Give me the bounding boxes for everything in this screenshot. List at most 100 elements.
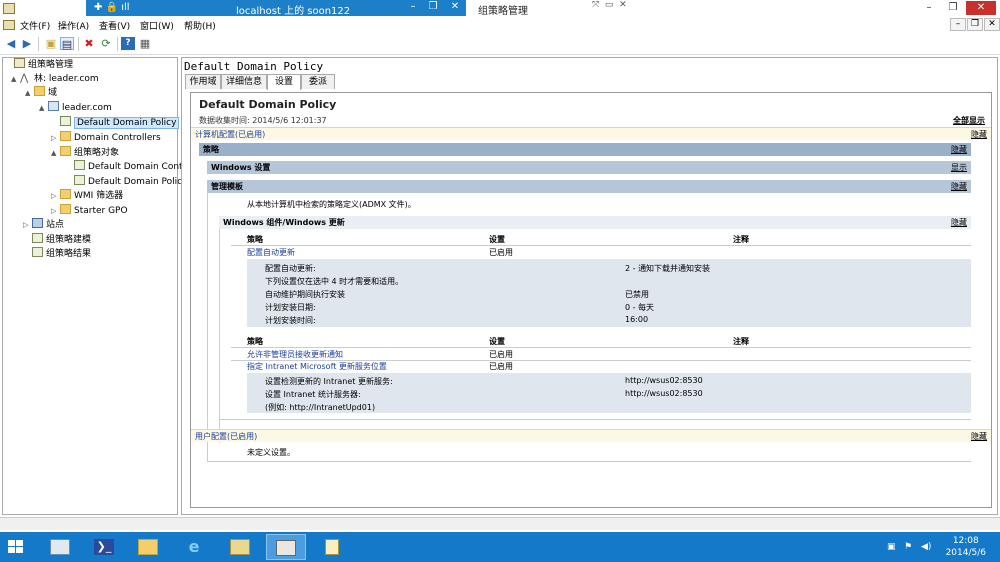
folder-icon <box>34 86 45 96</box>
col-setting-header: 设置 <box>489 337 505 346</box>
tab-delegation[interactable]: 委派 <box>301 74 335 89</box>
tree-node-sites[interactable]: ▷ 站点 <box>23 218 64 232</box>
forward-arrow-icon[interactable]: ▶ <box>20 37 34 50</box>
volume-tray-icon[interactable]: ◀) <box>921 542 932 552</box>
computer-config-header[interactable]: 计算机配置(已启用) 隐藏 <box>191 127 991 140</box>
menu-bar: 文件(F) 操作(A) 查看(V) 窗口(W) 帮助(H) – ❐ ✕ <box>0 17 1000 33</box>
show-all-link[interactable]: 全部显示 <box>953 115 985 126</box>
tree-node-leader-com[interactable]: ▲ leader.com <box>39 101 112 115</box>
restore-icon[interactable]: ❐ <box>426 1 440 12</box>
tab-scope[interactable]: 作用域 <box>185 74 221 89</box>
expander-icon[interactable]: ▲ <box>11 72 19 86</box>
remote-session-bar[interactable]: ✚ 🔒 ıll localhost 上的 soon122 – ❐ ✕ <box>86 0 466 17</box>
hide-link[interactable]: 隐藏 <box>951 143 967 156</box>
detail-label: (例如: http://IntranetUpd01) <box>265 403 376 412</box>
taskbar-explorer[interactable] <box>128 534 168 560</box>
help-icon[interactable]: ? <box>121 37 135 50</box>
clock[interactable]: 12:08 2014/5/6 <box>946 535 986 559</box>
detail-value: 16:00 <box>625 315 649 324</box>
policies-header[interactable]: 策略 隐藏 <box>199 143 971 156</box>
tree-node-gpo-container[interactable]: ▲ 组策略对象 <box>51 146 119 160</box>
taskbar-group-policy-management[interactable] <box>266 534 306 560</box>
expander-icon[interactable]: ▲ <box>51 146 59 160</box>
policy-link-intranet-update-location[interactable]: 指定 Intranet Microsoft 更新服务位置 <box>247 361 387 372</box>
network-tray-icon[interactable]: ▣ <box>887 542 898 552</box>
detail-label: 自动维护期间执行安装 <box>265 290 345 299</box>
expander-icon[interactable]: ▲ <box>39 101 47 115</box>
snap-controls[interactable]: ⤧ ▭ ✕ <box>592 0 642 16</box>
taskbar-internet-explorer[interactable]: e <box>174 534 214 560</box>
windows-settings-header[interactable]: Windows 设置 显示 <box>207 161 971 174</box>
tree-node-gp-modeling[interactable]: 组策略建模 <box>23 233 91 247</box>
window-close-button[interactable]: ✕ <box>966 1 996 15</box>
tree-node-gpm[interactable]: 组策略管理 <box>5 58 73 72</box>
mdi-restore-button[interactable]: ❐ <box>967 18 983 31</box>
show-link[interactable]: 显示 <box>951 161 967 174</box>
tree-node-default-domain-policy[interactable]: Default Domain Policy <box>51 116 180 130</box>
hide-link[interactable]: 隐藏 <box>951 180 967 193</box>
tab-settings[interactable]: 设置 <box>267 74 301 90</box>
menu-window[interactable]: 窗口(W) <box>140 19 174 32</box>
gpo-link-icon <box>60 116 71 126</box>
no-settings-text: 未定义设置。 <box>247 448 295 457</box>
taskbar-powershell[interactable]: ❯_ <box>84 534 124 560</box>
menu-view[interactable]: 查看(V) <box>99 19 130 32</box>
expander-icon[interactable]: ▷ <box>23 218 31 232</box>
windows-start-icon[interactable] <box>8 540 24 554</box>
tree-node-default-domain-policy-object[interactable]: Default Domain Polic <box>65 175 182 189</box>
menu-help[interactable]: 帮助(H) <box>184 19 216 32</box>
tree-node-forest[interactable]: ▲ ⋀ 林: leader.com <box>11 72 99 86</box>
clock-time: 12:08 <box>952 536 979 546</box>
admin-templates-header[interactable]: 管理模板 隐藏 <box>207 180 971 193</box>
mdi-minimize-button[interactable]: – <box>950 18 966 31</box>
up-folder-icon[interactable]: ▣ <box>44 37 58 50</box>
window-title: 组策略管理 <box>478 6 528 17</box>
site-icon <box>32 218 43 228</box>
tree-node-domains[interactable]: ▲ 域 <box>25 86 57 100</box>
window-restore-button[interactable]: ❐ <box>942 1 964 15</box>
policy-link-non-admin-notify[interactable]: 允许非管理员接收更新通知 <box>247 349 343 360</box>
expander-icon[interactable]: ▷ <box>51 131 59 145</box>
pin-icon[interactable]: ✚ 🔒 ıll <box>94 2 130 13</box>
properties-icon[interactable]: ▦ <box>138 37 152 50</box>
policy-link-auto-update[interactable]: 配置自动更新 <box>247 247 295 258</box>
expander-icon[interactable]: ▷ <box>51 204 59 218</box>
tree-node-default-domain-controllers-policy[interactable]: Default Domain Cont <box>65 160 183 174</box>
action-center-tray-icon[interactable]: ⚑ <box>904 542 915 552</box>
taskbar-app[interactable] <box>220 534 260 560</box>
tree-node-gp-results[interactable]: 组策略结果 <box>23 247 91 261</box>
mdi-close-button[interactable]: ✕ <box>984 18 1000 31</box>
expander-icon[interactable]: ▲ <box>25 86 33 100</box>
hide-link[interactable]: 隐藏 <box>971 128 987 141</box>
hide-link[interactable]: 隐藏 <box>971 430 987 443</box>
hide-link[interactable]: 隐藏 <box>951 216 967 229</box>
toolbar-separator <box>78 37 79 51</box>
user-config-header[interactable]: 用户配置(已启用) 隐藏 <box>191 429 991 442</box>
expander-icon[interactable]: ▷ <box>51 189 59 203</box>
menu-action[interactable]: 操作(A) <box>58 19 89 32</box>
tab-details[interactable]: 详细信息 <box>221 74 267 89</box>
tree-node-starter-gpo[interactable]: ▷ Starter GPO <box>51 204 128 218</box>
tree-node-domain-controllers[interactable]: ▷ Domain Controllers <box>51 131 161 145</box>
mmc-icon <box>3 20 15 30</box>
minimize-icon[interactable]: – <box>406 1 420 12</box>
taskbar-server-manager[interactable] <box>40 534 80 560</box>
policy-setting: 已启用 <box>489 350 513 359</box>
internet-explorer-icon: e <box>188 537 200 556</box>
show-hide-tree-icon[interactable]: ▤ <box>60 37 74 51</box>
refresh-icon[interactable]: ⟳ <box>99 37 113 50</box>
server-manager-icon <box>50 539 70 555</box>
close-icon[interactable]: ✕ <box>448 1 462 12</box>
detail-value: http://wsus02:8530 <box>625 376 703 385</box>
tree-node-wmi-filters[interactable]: ▷ WMI 筛选器 <box>51 189 123 203</box>
menu-file[interactable]: 文件(F) <box>20 19 50 32</box>
col-comment-header: 注释 <box>733 337 749 346</box>
windows-update-header[interactable]: Windows 组件/Windows 更新 隐藏 <box>219 216 971 229</box>
detail-label: 配置自动更新: <box>265 264 316 273</box>
back-arrow-icon[interactable]: ◀ <box>4 37 18 50</box>
delete-icon[interactable]: ✖ <box>82 37 96 50</box>
taskbar-notepad[interactable] <box>312 534 352 560</box>
divider <box>207 461 971 462</box>
divider <box>219 419 971 420</box>
window-minimize-button[interactable]: – <box>918 1 940 15</box>
